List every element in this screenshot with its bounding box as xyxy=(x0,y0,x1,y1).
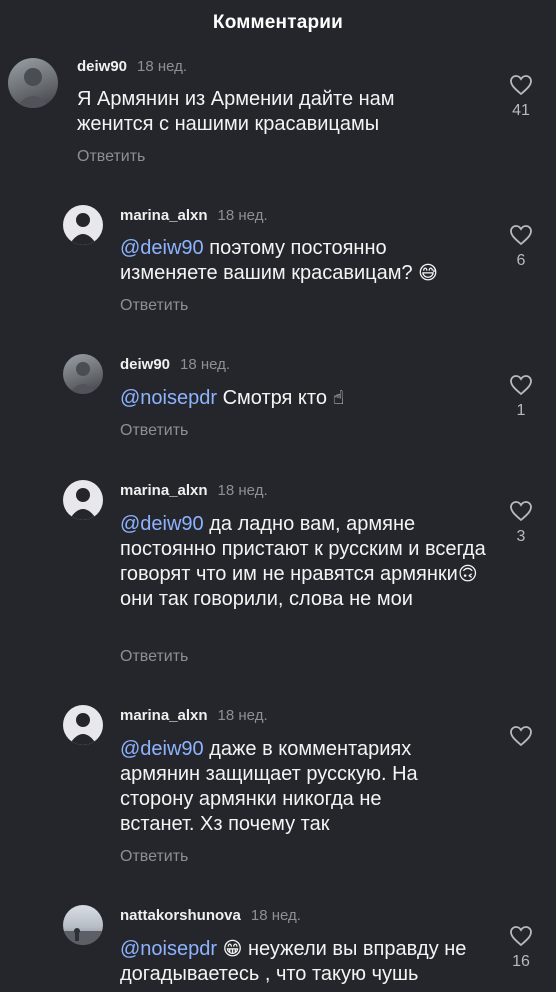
comment: marina_alxn 18 нед. @deiw90 даже в комме… xyxy=(0,695,556,875)
heart-outline-icon xyxy=(510,501,532,522)
comments-header: Комментарии xyxy=(0,0,556,46)
grin-emoji: 😁 xyxy=(222,938,243,960)
mention-link[interactable]: @noisepdr xyxy=(120,387,217,409)
username[interactable]: deiw90 xyxy=(120,356,170,373)
heart-outline-icon xyxy=(510,926,532,947)
timestamp: 18 нед. xyxy=(180,356,231,373)
timestamp: 18 нед. xyxy=(217,707,268,724)
like-button[interactable]: 6 xyxy=(501,224,541,270)
heart-outline-icon xyxy=(510,726,532,747)
username[interactable]: marina_alxn xyxy=(120,207,208,224)
comment-text: @noisepdr 😁 неужели вы вправду не догады… xyxy=(120,938,467,985)
timestamp: 18 нед. xyxy=(217,207,268,224)
comment: marina_alxn 18 нед. @deiw90 поэтому пост… xyxy=(0,196,556,326)
page-title: Комментарии xyxy=(212,12,344,33)
avatar[interactable] xyxy=(63,480,103,520)
person-photo-icon xyxy=(69,362,97,394)
username[interactable]: nattakorshunova xyxy=(120,907,241,924)
like-button[interactable]: 3 xyxy=(501,500,541,546)
mention-link[interactable]: @deiw90 xyxy=(120,738,204,760)
like-count: 16 xyxy=(512,953,530,970)
like-button[interactable] xyxy=(501,725,541,753)
avatar[interactable] xyxy=(63,354,103,394)
comment-text: Я Армянин из Армении дайте нам женится с… xyxy=(77,88,395,135)
upside-down-face-emoji: 🙃 xyxy=(457,563,478,585)
reply-button[interactable]: Ответить xyxy=(120,648,188,666)
landscape-photo-icon xyxy=(63,928,103,945)
like-button[interactable]: 16 xyxy=(501,925,541,971)
sweat-smile-emoji: 😅 xyxy=(418,262,438,284)
timestamp: 18 нед. xyxy=(217,482,268,499)
like-count: 41 xyxy=(512,102,530,119)
comment-text: @noisepdr Смотря кто ☝ xyxy=(120,387,345,409)
avatar[interactable] xyxy=(63,905,103,945)
like-count: 6 xyxy=(516,252,526,269)
like-count: 1 xyxy=(516,402,526,419)
timestamp: 18 нед. xyxy=(250,907,301,924)
username[interactable]: marina_alxn xyxy=(120,707,208,724)
default-avatar-icon xyxy=(69,213,97,245)
point-up-emoji: ☝ xyxy=(332,387,345,409)
comment: nattakorshunova 18 нед. @noisepdr 😁 неуж… xyxy=(0,895,556,992)
reply-button[interactable]: Ответить xyxy=(120,422,188,440)
mention-link[interactable]: @deiw90 xyxy=(120,513,204,535)
comment: deiw90 18 нед. @noisepdr Смотря кто ☝ От… xyxy=(0,344,556,454)
comment-text: @deiw90 даже в комментариях армянин защи… xyxy=(120,738,418,835)
comment: deiw90 18 нед. Я Армянин из Армении дайт… xyxy=(0,50,556,180)
default-avatar-icon xyxy=(69,488,97,520)
username[interactable]: deiw90 xyxy=(77,58,127,75)
mention-link[interactable]: @noisepdr xyxy=(120,938,217,960)
reply-button[interactable]: Ответить xyxy=(120,297,188,315)
comment: marina_alxn 18 нед. @deiw90 да ладно вам… xyxy=(0,470,556,670)
default-avatar-icon xyxy=(69,713,97,745)
avatar[interactable] xyxy=(8,58,58,108)
like-count: 3 xyxy=(516,528,526,545)
reply-button[interactable]: Ответить xyxy=(120,848,188,866)
person-photo-icon xyxy=(16,68,50,108)
heart-outline-icon xyxy=(510,375,532,396)
heart-outline-icon xyxy=(510,75,532,96)
username[interactable]: marina_alxn xyxy=(120,482,208,499)
comment-text: @deiw90 да ладно вам, армяне постоянно п… xyxy=(120,513,486,610)
avatar[interactable] xyxy=(63,705,103,745)
like-button[interactable]: 1 xyxy=(501,374,541,420)
comment-text: @deiw90 поэтому постоянно изменяете ваши… xyxy=(120,237,438,284)
like-button[interactable]: 41 xyxy=(501,74,541,120)
heart-outline-icon xyxy=(510,225,532,246)
avatar[interactable] xyxy=(63,205,103,245)
mention-link[interactable]: @deiw90 xyxy=(120,237,204,259)
reply-button[interactable]: Ответить xyxy=(77,148,145,166)
timestamp: 18 нед. xyxy=(137,58,188,75)
